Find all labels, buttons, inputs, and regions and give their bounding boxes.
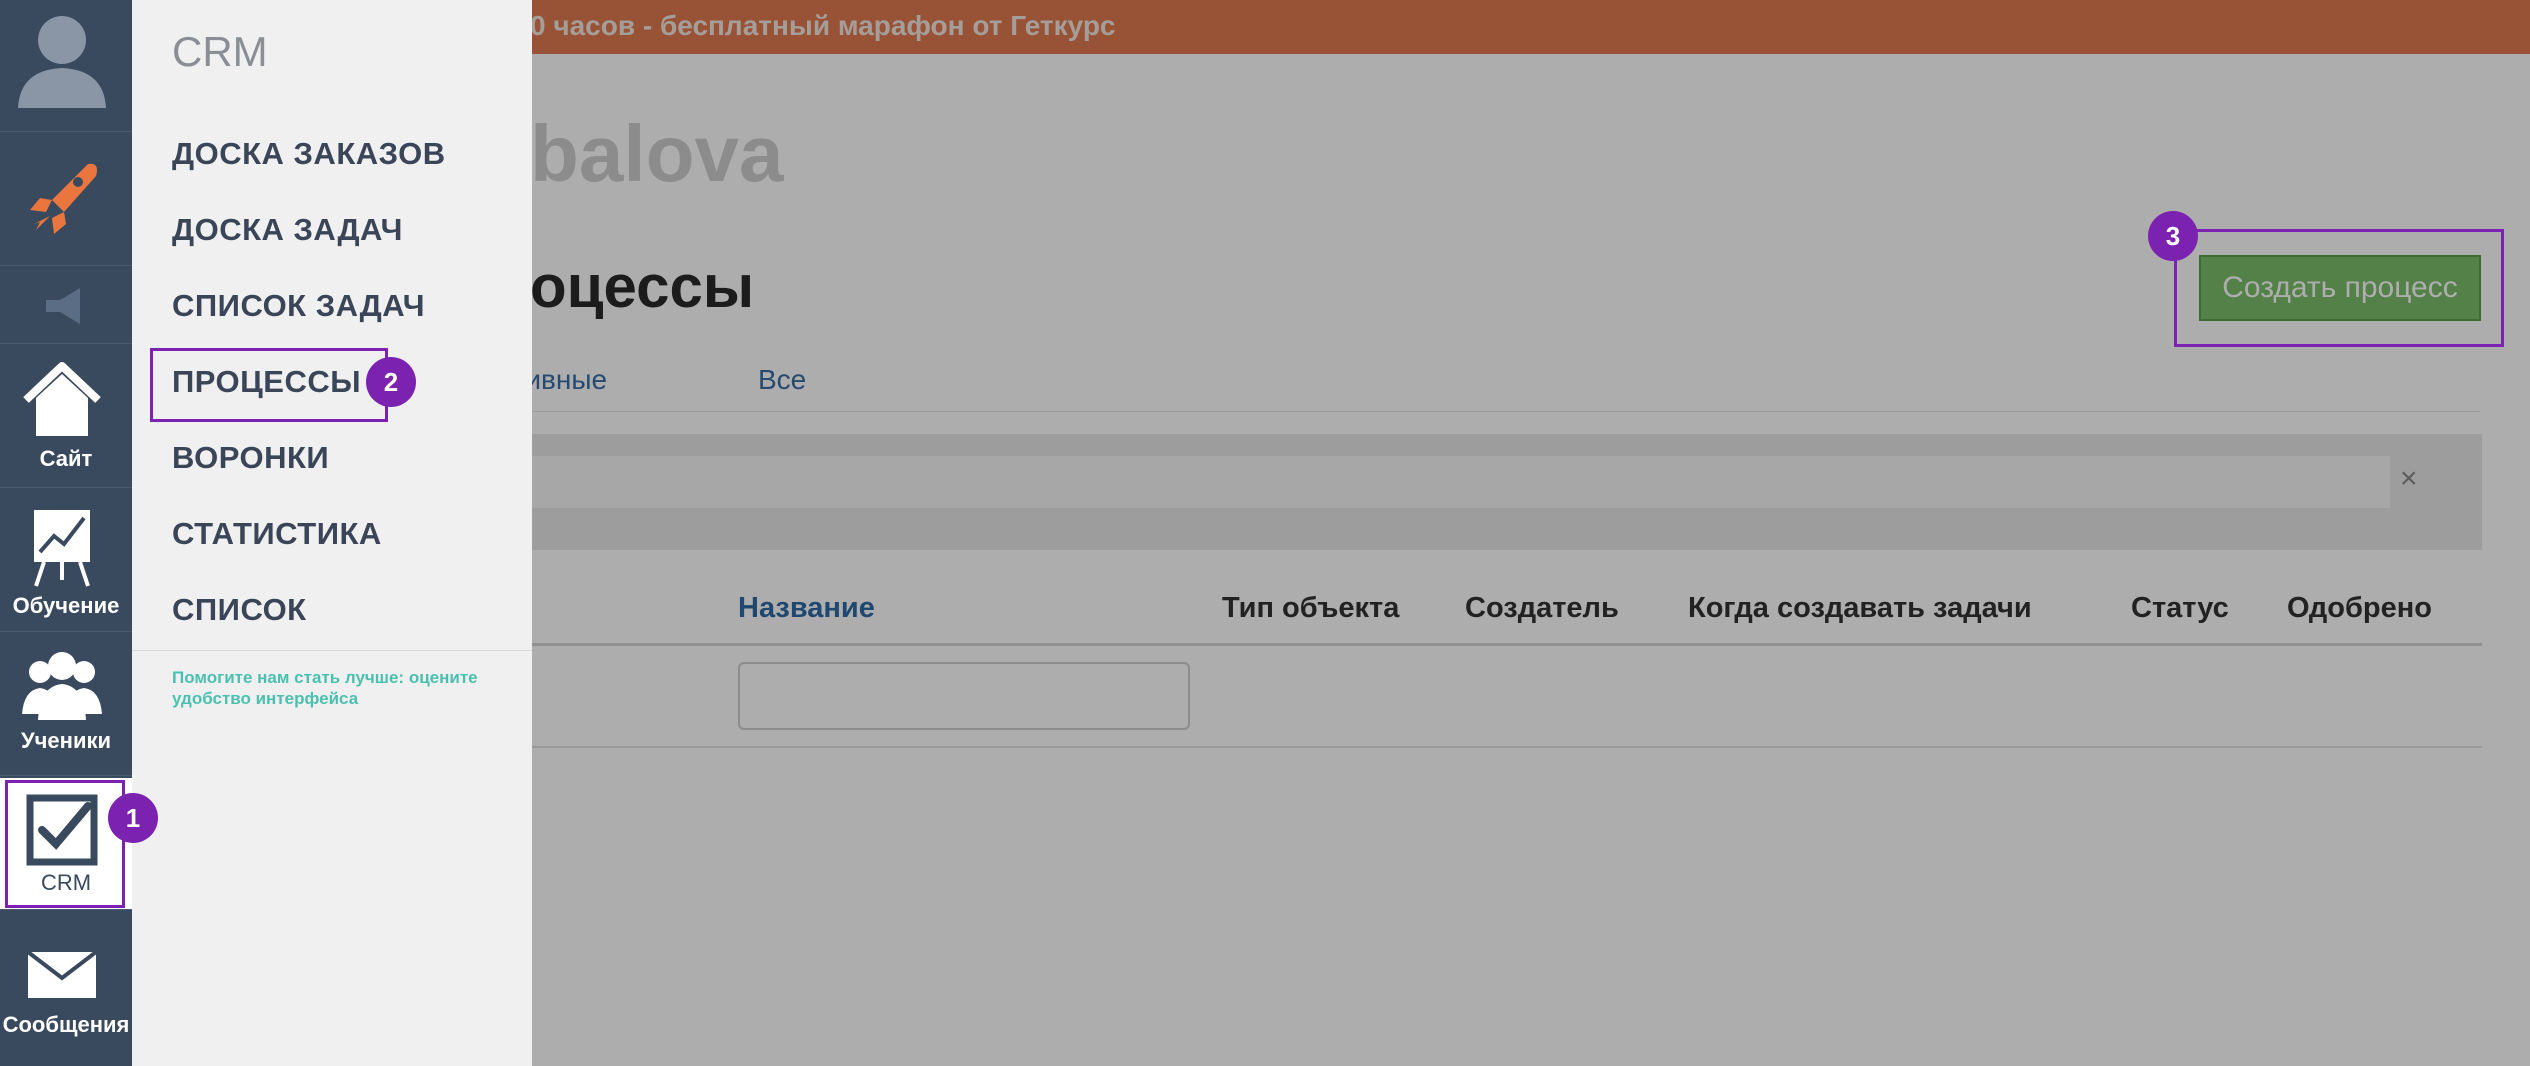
sidebar-item-rocket[interactable] <box>0 134 132 266</box>
step-badge-2: 2 <box>366 357 416 407</box>
envelope-icon <box>26 950 98 998</box>
step-badge-3: 3 <box>2148 211 2198 261</box>
divider <box>132 650 532 651</box>
avatar <box>18 16 106 108</box>
rocket-icon <box>30 163 97 234</box>
menu-item-tasks-list[interactable]: СПИСОК ЗАДАЧ <box>172 288 425 324</box>
sidebar-item-label: Ученики <box>20 728 112 753</box>
menu-item-tasks-board[interactable]: ДОСКА ЗАДАЧ <box>172 212 403 248</box>
users-icon <box>22 652 102 720</box>
crm-submenu: CRM ДОСКА ЗАКАЗОВ ДОСКА ЗАДАЧ СПИСОК ЗАД… <box>132 0 532 1066</box>
feedback-link[interactable]: Помогите нам стать лучше: оцените удобст… <box>172 667 512 709</box>
sidebar-item-messages[interactable]: Сообщения <box>0 912 132 1066</box>
sidebar-item-label: Обучение <box>12 593 120 618</box>
menu-item-list[interactable]: СПИСОК <box>172 592 307 628</box>
sidebar-item-announcements[interactable] <box>0 268 132 344</box>
menu-item-orders-board[interactable]: ДОСКА ЗАКАЗОВ <box>172 136 446 172</box>
sidebar-item-students[interactable]: Ученики <box>0 634 132 776</box>
sidebar-item-site[interactable]: Сайт <box>0 346 132 488</box>
highlight-crm <box>5 780 125 908</box>
sidebar-item-label: Сайт <box>39 446 93 471</box>
highlight-processes <box>150 348 388 422</box>
crm-submenu-title: CRM <box>172 28 268 75</box>
menu-item-statistics[interactable]: СТАТИСТИКА <box>172 516 382 552</box>
menu-item-funnels[interactable]: ВОРОНКИ <box>172 440 329 476</box>
megaphone-icon <box>46 288 80 324</box>
sidebar-item-learning[interactable]: Обучение <box>0 490 132 632</box>
step-badge-1: 1 <box>108 793 158 843</box>
presentation-chart-icon <box>34 510 90 587</box>
sidebar-item-label: Сообщения <box>2 1012 130 1037</box>
home-icon <box>23 362 101 436</box>
highlight-create-process <box>2174 229 2504 347</box>
sidebar-item-profile[interactable] <box>0 0 132 132</box>
